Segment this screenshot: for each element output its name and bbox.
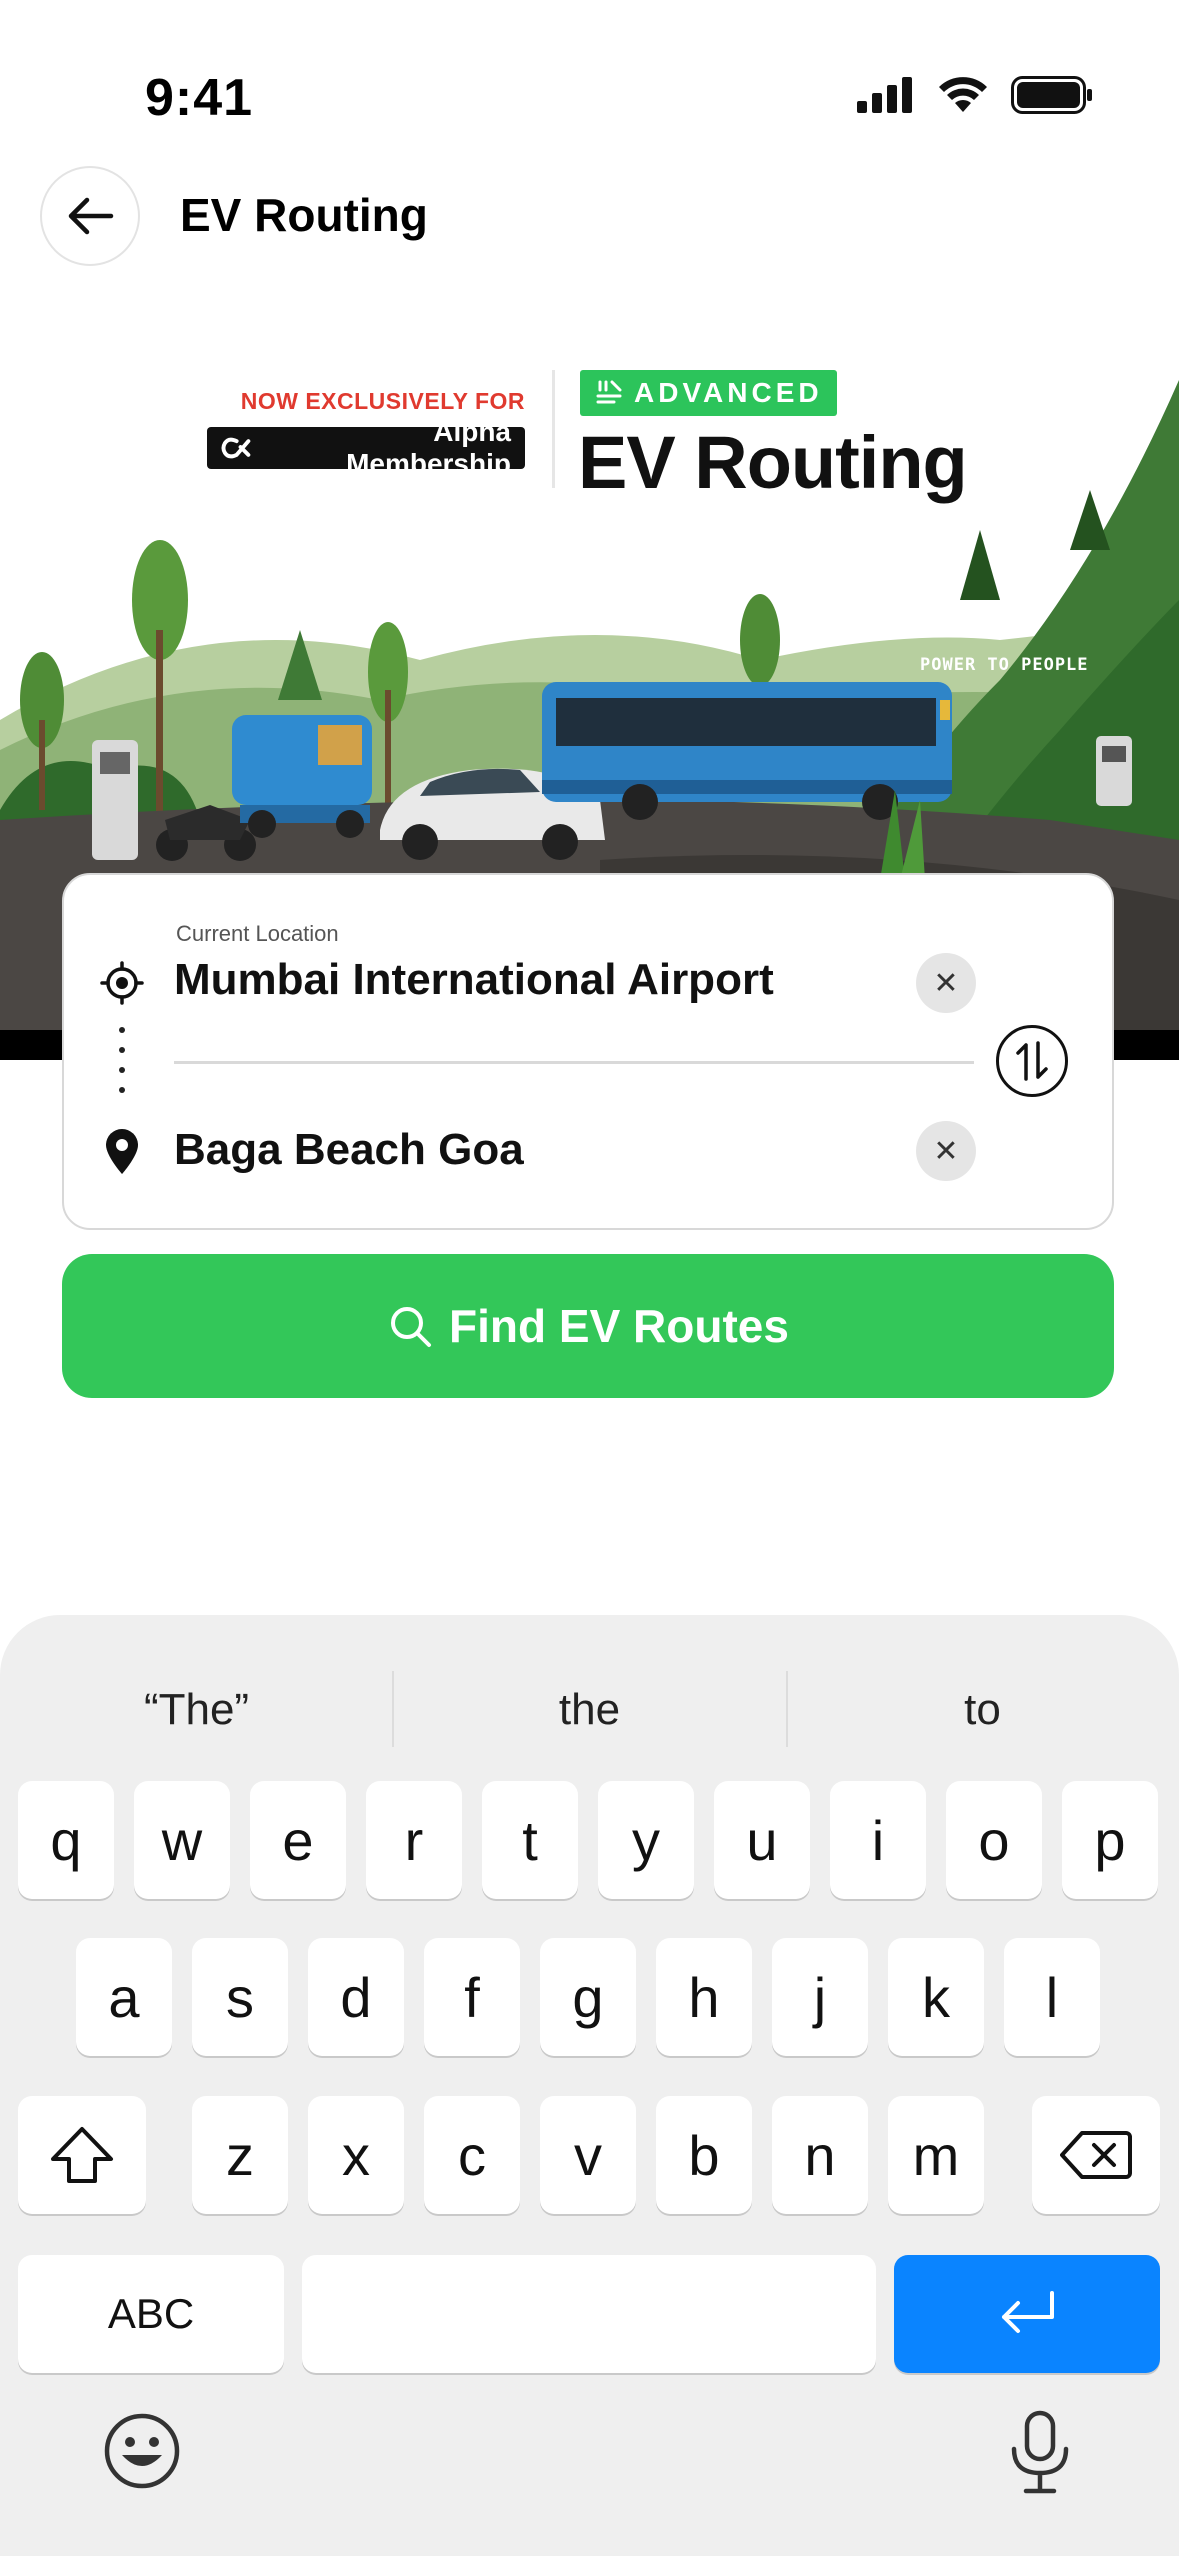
exclusive-text: NOW EXCLUSIVELY FOR <box>240 388 525 414</box>
key-g[interactable]: g <box>540 1938 636 2056</box>
backspace-icon <box>1060 2131 1132 2179</box>
key-w[interactable]: w <box>134 1781 230 1899</box>
on-screen-keyboard: “The” the to q w e r t y u i o p a s d f… <box>0 1615 1179 2556</box>
promo-divider <box>552 370 555 488</box>
clear-origin-button[interactable]: ✕ <box>916 953 976 1013</box>
key-l[interactable]: l <box>1004 1938 1100 2056</box>
key-f[interactable]: f <box>424 1938 520 2056</box>
clear-destination-button[interactable]: ✕ <box>916 1121 976 1181</box>
route-icon <box>596 380 622 404</box>
destination-input[interactable]: Baga Beach Goa <box>174 1125 524 1175</box>
route-connector-dots <box>118 1027 126 1093</box>
microphone-icon <box>1011 2410 1069 2494</box>
find-ev-routes-button[interactable]: Find EV Routes <box>62 1254 1114 1398</box>
key-t[interactable]: t <box>482 1781 578 1899</box>
key-b[interactable]: b <box>656 2096 752 2214</box>
membership-badge: Alpha Membership <box>207 416 525 479</box>
cellular-signal-icon <box>857 77 912 113</box>
key-z[interactable]: z <box>192 2096 288 2214</box>
battery-icon <box>1011 76 1092 114</box>
scene-sign-text: POWER TO PEOPLE <box>920 655 1089 675</box>
key-j[interactable]: j <box>772 1938 868 2056</box>
key-o[interactable]: o <box>946 1781 1042 1899</box>
key-a[interactable]: a <box>76 1938 172 2056</box>
find-button-label: Find EV Routes <box>449 1300 789 1352</box>
space-key[interactable] <box>302 2255 876 2373</box>
emoji-icon <box>104 2413 180 2489</box>
key-e[interactable]: e <box>250 1781 346 1899</box>
suggestion-1[interactable]: “The” <box>0 1685 393 1735</box>
advanced-label: ADVANCED <box>634 377 823 408</box>
key-i[interactable]: i <box>830 1781 926 1899</box>
promo-exclusive: NOW EXCLUSIVELY FOR Alpha Membership <box>207 388 525 479</box>
shift-icon <box>51 2127 113 2183</box>
key-u[interactable]: u <box>714 1781 810 1899</box>
key-k[interactable]: k <box>888 1938 984 2056</box>
origin-caption: Current Location <box>176 921 339 946</box>
suggestion-2[interactable]: the <box>393 1685 786 1735</box>
emoji-button[interactable] <box>102 2411 182 2496</box>
key-n[interactable]: n <box>772 2096 868 2214</box>
membership-label: Alpha Membership <box>346 416 511 479</box>
route-input-card: Current Location Mumbai International Ai… <box>62 873 1114 1230</box>
location-pin-icon <box>106 1129 138 1174</box>
arrow-left-icon <box>68 197 114 235</box>
back-button[interactable] <box>40 166 140 266</box>
key-r[interactable]: r <box>366 1781 462 1899</box>
key-q[interactable]: q <box>18 1781 114 1899</box>
wifi-icon <box>939 77 987 112</box>
page-title: EV Routing <box>180 189 428 241</box>
status-time: 9:41 <box>145 69 254 127</box>
app-header: EV Routing <box>0 160 1179 270</box>
crosshair-icon <box>100 961 144 1005</box>
key-d[interactable]: d <box>308 1938 404 2056</box>
key-c[interactable]: c <box>424 2096 520 2214</box>
swap-locations-button[interactable] <box>996 1025 1068 1097</box>
delete-key[interactable] <box>1032 2096 1160 2214</box>
key-h[interactable]: h <box>656 1938 752 2056</box>
key-s[interactable]: s <box>192 1938 288 2056</box>
advanced-badge: ADVANCED <box>580 370 837 416</box>
status-icons <box>857 76 1093 114</box>
close-icon: ✕ <box>933 966 959 1000</box>
dictation-button[interactable] <box>1000 2409 1080 2500</box>
return-key[interactable] <box>894 2255 1160 2373</box>
return-icon <box>1002 2291 1054 2333</box>
key-y[interactable]: y <box>598 1781 694 1899</box>
key-x[interactable]: x <box>308 2096 404 2214</box>
key-p[interactable]: p <box>1062 1781 1158 1899</box>
key-v[interactable]: v <box>540 2096 636 2214</box>
promo-title: EV Routing <box>578 421 968 504</box>
alpha-logo-icon <box>221 437 251 459</box>
shift-key[interactable] <box>18 2096 146 2214</box>
input-divider <box>174 1061 974 1064</box>
suggestion-3[interactable]: to <box>786 1685 1179 1735</box>
origin-input[interactable]: Mumbai International Airport <box>174 955 774 1005</box>
swap-vertical-icon <box>1016 1041 1048 1081</box>
close-icon: ✕ <box>933 1134 959 1168</box>
search-icon <box>391 1307 432 1347</box>
abc-key[interactable]: ABC <box>18 2255 284 2373</box>
key-m[interactable]: m <box>888 2096 984 2214</box>
